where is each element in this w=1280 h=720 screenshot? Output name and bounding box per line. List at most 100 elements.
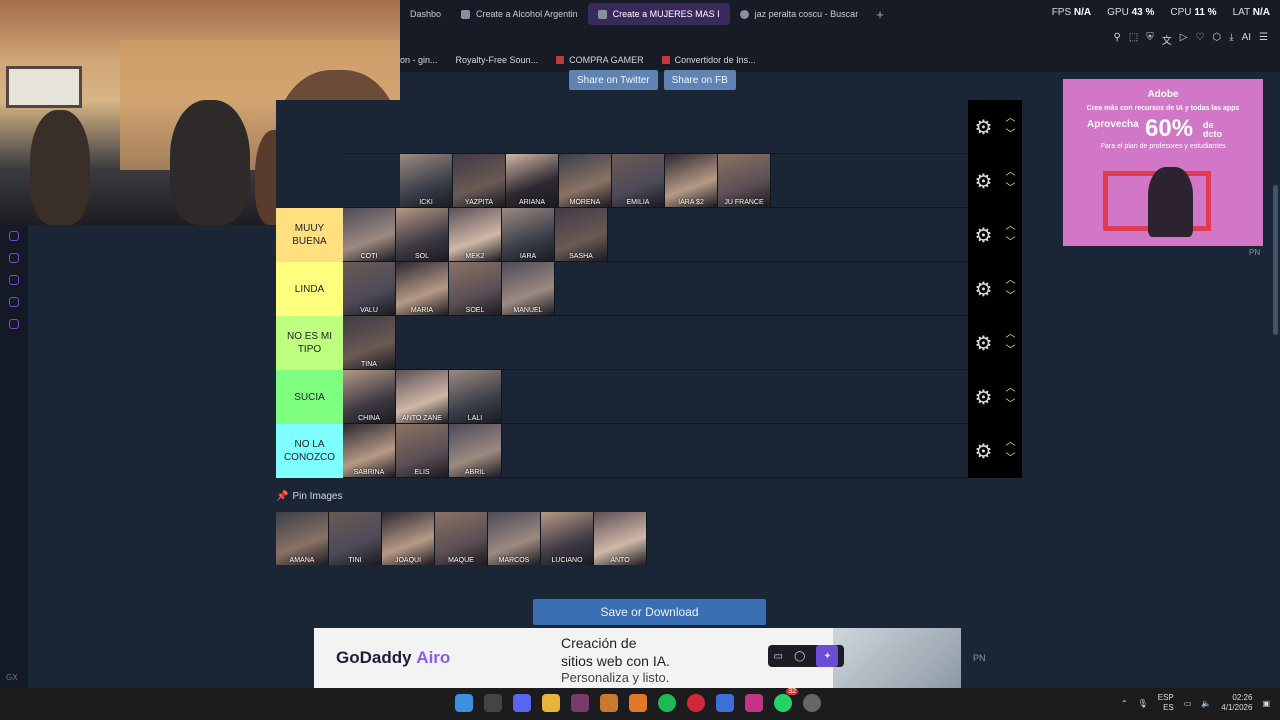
chevron-up-icon[interactable]: ︿ bbox=[1005, 222, 1015, 232]
chevron-down-icon[interactable]: ﹀ bbox=[1005, 184, 1015, 194]
tier-item-image[interactable]: ICKI bbox=[400, 154, 453, 207]
clock[interactable]: 02:26 4/1/2026 bbox=[1221, 693, 1252, 714]
gear-icon[interactable]: ⚙ bbox=[975, 223, 993, 248]
chevron-down-icon[interactable]: ﹀ bbox=[1005, 130, 1015, 140]
tier-item-image[interactable]: YAZPITA bbox=[453, 154, 506, 207]
tier-items[interactable]: VALU MARIA SOEL MANUEL bbox=[343, 262, 968, 315]
tab-alcohol[interactable]: Create a Alcohol Argentin bbox=[451, 3, 588, 25]
tier-items[interactable] bbox=[343, 100, 968, 153]
microphone-icon[interactable]: 🎙 bbox=[1138, 699, 1148, 708]
heart-icon[interactable]: ♡ bbox=[1195, 32, 1204, 47]
tier-label[interactable]: LINDA bbox=[276, 262, 343, 316]
messenger-icon[interactable] bbox=[9, 231, 19, 241]
tier-item-image[interactable]: COTI bbox=[343, 208, 396, 261]
pin-image[interactable]: JOAQUI bbox=[382, 512, 435, 565]
whatsapp-icon[interactable]: 32 bbox=[774, 688, 798, 712]
gear-icon[interactable]: ⚙ bbox=[975, 439, 993, 464]
chevron-up-icon[interactable]: ⌃ bbox=[1121, 699, 1128, 708]
pin-image[interactable]: AMANA bbox=[276, 512, 329, 565]
tier-label[interactable]: MUUY BUENA bbox=[276, 208, 343, 262]
ring-icon[interactable]: ◯ bbox=[794, 651, 805, 662]
app-icon[interactable] bbox=[803, 694, 821, 712]
extensions-icon[interactable] bbox=[9, 297, 19, 307]
tier-item-image[interactable]: ANTO ZANE bbox=[396, 370, 449, 423]
screenshot-icon[interactable]: ⬚ bbox=[1129, 32, 1138, 47]
tier-item-image[interactable]: CHINA bbox=[343, 370, 396, 423]
tier-item-image[interactable]: IARA bbox=[502, 208, 555, 261]
bookmark-item[interactable]: COMPRA GAMER bbox=[556, 55, 644, 65]
tier-label[interactable] bbox=[276, 100, 343, 154]
pin-image[interactable]: LUCIANO bbox=[541, 512, 594, 565]
tier-label[interactable] bbox=[276, 154, 343, 208]
play-icon[interactable]: ▷ bbox=[1180, 32, 1188, 47]
tier-item-image[interactable]: ABRIL bbox=[449, 424, 502, 477]
windows-start-icon[interactable] bbox=[455, 694, 473, 712]
godaddy-ad-banner[interactable]: GoDaddy Airo Creación de sitios web con … bbox=[314, 628, 961, 688]
tab-search[interactable]: jaz peralta coscu - Buscar bbox=[730, 3, 869, 25]
tier-item-image[interactable]: LALI bbox=[449, 370, 502, 423]
shield-icon[interactable]: ⛨ bbox=[1146, 32, 1154, 47]
tier-item-image[interactable]: MANUEL bbox=[502, 262, 555, 315]
gear-icon[interactable]: ⚙ bbox=[975, 331, 993, 356]
network-icon[interactable]: ▭ bbox=[1184, 699, 1192, 708]
tier-items[interactable]: TINA bbox=[343, 316, 968, 369]
tier-item-image[interactable]: EMILIA bbox=[612, 154, 665, 207]
magic-wand-icon[interactable]: ✦ bbox=[816, 645, 839, 667]
share-twitter-button[interactable]: Share on Twitter bbox=[569, 70, 658, 90]
chevron-down-icon[interactable]: ﹀ bbox=[1005, 454, 1015, 464]
menu-icon[interactable]: ☰ bbox=[1259, 32, 1268, 47]
tier-label[interactable]: NO LA CONOZCO bbox=[276, 424, 343, 478]
spotify-icon[interactable] bbox=[658, 694, 676, 712]
tier-item-image[interactable]: MORENA bbox=[559, 154, 612, 207]
ai-button[interactable]: AI bbox=[1242, 32, 1251, 47]
search-icon[interactable] bbox=[484, 694, 502, 712]
chevron-up-icon[interactable]: ︿ bbox=[1005, 384, 1015, 394]
tier-items[interactable]: CHINA ANTO ZANE LALI bbox=[343, 370, 968, 423]
tier-item-image[interactable]: ELIS bbox=[396, 424, 449, 477]
download-icon[interactable]: ⤓ bbox=[1229, 32, 1233, 47]
chevron-up-icon[interactable]: ︿ bbox=[1005, 276, 1015, 286]
gear-icon[interactable]: ⚙ bbox=[975, 115, 993, 140]
tier-item-image[interactable]: JU FRANCE bbox=[718, 154, 771, 207]
popout-icon[interactable]: ▭ bbox=[774, 651, 783, 662]
pin-icon[interactable]: ⚲ bbox=[1113, 32, 1120, 47]
app-icon[interactable] bbox=[600, 694, 618, 712]
chevron-down-icon[interactable]: ﹀ bbox=[1005, 238, 1015, 248]
tier-item-image[interactable]: ARIANA bbox=[506, 154, 559, 207]
pin-image[interactable]: ANTO bbox=[594, 512, 647, 565]
share-fb-button[interactable]: Share on FB bbox=[663, 70, 736, 90]
discord-icon[interactable] bbox=[513, 694, 531, 712]
tier-item-image[interactable]: SOEL bbox=[449, 262, 502, 315]
save-or-download-button[interactable]: Save or Download bbox=[533, 599, 766, 625]
tier-item-image[interactable]: MEK2 bbox=[449, 208, 502, 261]
adobe-ad-banner[interactable]: Adobe Crea más con recursos de IA y toda… bbox=[1063, 79, 1263, 246]
tier-items[interactable]: SABRINA ELIS ABRIL bbox=[343, 424, 968, 477]
app-icon[interactable] bbox=[571, 694, 589, 712]
chevron-down-icon[interactable]: ﹀ bbox=[1005, 400, 1015, 410]
tier-item-image[interactable]: SASHA bbox=[555, 208, 608, 261]
tier-label[interactable]: SUCIA bbox=[276, 370, 343, 424]
tier-item-image[interactable]: SOL bbox=[396, 208, 449, 261]
chevron-down-icon[interactable]: ﹀ bbox=[1005, 346, 1015, 356]
new-tab-button[interactable]: + bbox=[868, 7, 892, 22]
chevron-up-icon[interactable]: ︿ bbox=[1005, 330, 1015, 340]
settings-icon[interactable] bbox=[9, 319, 19, 329]
tier-item-image[interactable]: TINA bbox=[343, 316, 396, 369]
gear-icon[interactable]: ⚙ bbox=[975, 169, 993, 194]
pin-image[interactable]: MARCOS bbox=[488, 512, 541, 565]
notifications-icon[interactable]: ▣ bbox=[1262, 699, 1270, 708]
app-icon[interactable] bbox=[716, 694, 734, 712]
page-scrollbar[interactable] bbox=[1273, 185, 1278, 335]
chevron-up-icon[interactable]: ︿ bbox=[1005, 168, 1015, 178]
tier-item-image[interactable]: SABRINA bbox=[343, 424, 396, 477]
tier-item-image[interactable]: VALU bbox=[343, 262, 396, 315]
tier-label[interactable]: NO ES MI TIPO bbox=[276, 316, 343, 370]
bookmark-item[interactable]: Convertidor de Ins... bbox=[661, 55, 756, 65]
bookmark-item[interactable]: Royalty-Free Soun... bbox=[456, 55, 539, 65]
tier-items[interactable]: COTI SOL MEK2 IARA SASHA bbox=[343, 208, 968, 261]
tier-items[interactable]: ICKI YAZPITA ARIANA MORENA EMILIA IARA $2 JU F… bbox=[400, 154, 968, 207]
instagram-icon[interactable] bbox=[745, 694, 763, 712]
gear-icon[interactable]: ⚙ bbox=[975, 385, 993, 410]
opera-gx-icon[interactable] bbox=[687, 694, 705, 712]
tier-item-image[interactable]: IARA $2 bbox=[665, 154, 718, 207]
